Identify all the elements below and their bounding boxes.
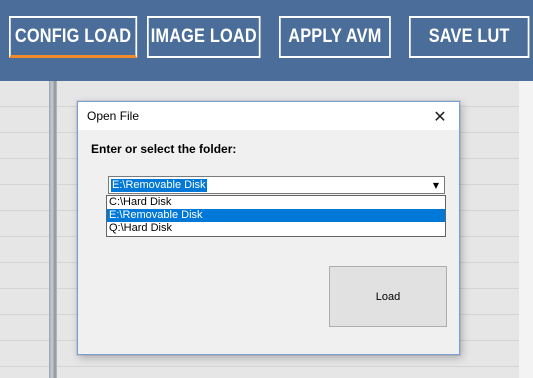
chevron-down-icon[interactable]: ▼ (429, 178, 443, 192)
folder-option-c-hard-disk[interactable]: C:\Hard Disk (107, 196, 445, 209)
apply-avm-button[interactable]: APPLY AVM (279, 16, 391, 58)
folder-option-e-removable-disk[interactable]: E:\Removable Disk (107, 209, 445, 222)
top-toolbar: CONFIG LOAD IMAGE LOAD APPLY AVM SAVE LU… (0, 0, 533, 81)
folder-dropdown-list: C:\Hard Disk E:\Removable Disk Q:\Hard D… (106, 195, 446, 237)
close-icon[interactable]: ✕ (427, 104, 453, 128)
save-lut-button[interactable]: SAVE LUT (409, 16, 530, 58)
open-file-dialog: Open File ✕ Enter or select the folder: … (77, 101, 460, 355)
dialog-title: Open File (87, 109, 140, 123)
image-load-button[interactable]: IMAGE LOAD (147, 16, 261, 58)
load-button[interactable]: Load (329, 266, 447, 327)
folder-combo-value[interactable]: E:\Removable Disk (111, 179, 207, 192)
dialog-titlebar[interactable]: Open File ✕ (78, 102, 459, 130)
folder-combo-box[interactable]: E:\Removable Disk ▼ (108, 176, 445, 194)
left-panel-divider[interactable] (49, 81, 57, 378)
config-load-button[interactable]: CONFIG LOAD (9, 16, 138, 58)
folder-prompt-label: Enter or select the folder: (91, 142, 237, 156)
right-panel-edge (519, 81, 533, 378)
folder-option-q-hard-disk[interactable]: Q:\Hard Disk (107, 222, 445, 235)
